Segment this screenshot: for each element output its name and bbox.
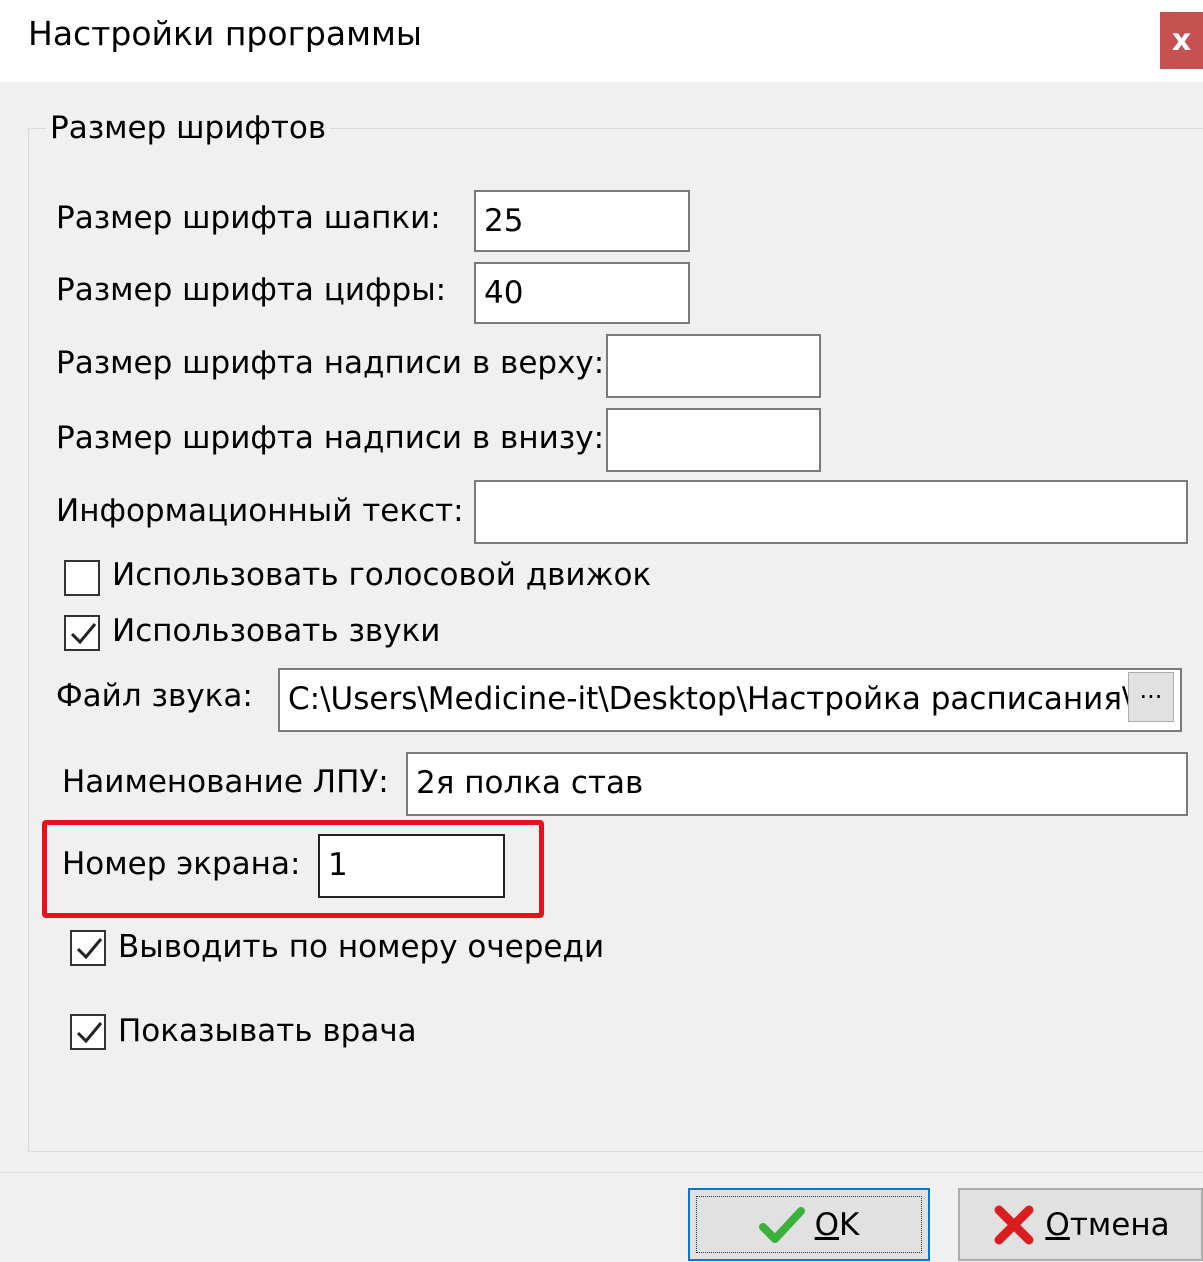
digit-font-label: Размер шрифта цифры: bbox=[56, 272, 447, 308]
close-icon: x bbox=[1171, 23, 1192, 58]
show-doctor-checkbox[interactable] bbox=[70, 1014, 106, 1050]
checkmark-icon bbox=[76, 938, 103, 960]
lpu-name-label: Наименование ЛПУ: bbox=[62, 764, 389, 800]
top-caption-font-label: Размер шрифта надписи в верху: bbox=[56, 345, 605, 381]
group-legend: Размер шрифтов bbox=[46, 110, 331, 146]
header-font-input[interactable]: 25 bbox=[474, 190, 690, 252]
ellipsis-icon: ··· bbox=[1139, 683, 1163, 711]
sound-file-label: Файл звука: bbox=[56, 678, 253, 714]
cancel-button[interactable]: Отмена bbox=[958, 1188, 1203, 1261]
checkmark-icon bbox=[758, 1206, 805, 1243]
red-x-icon bbox=[994, 1205, 1034, 1244]
digit-font-value: 40 bbox=[484, 275, 524, 311]
browse-button[interactable]: ··· bbox=[1128, 672, 1174, 722]
screen-number-value: 1 bbox=[328, 847, 348, 883]
checkmark-icon bbox=[76, 1022, 103, 1044]
lpu-name-input[interactable]: 2я полка став bbox=[406, 752, 1188, 816]
lpu-name-value: 2я полка став bbox=[416, 765, 644, 801]
bottom-caption-font-input[interactable] bbox=[606, 408, 821, 472]
title-bar: Настройки программы x bbox=[0, 0, 1203, 82]
show-doctor-label: Показывать врача bbox=[118, 1013, 417, 1049]
digit-font-input[interactable]: 40 bbox=[474, 262, 690, 324]
ok-button[interactable]: OK bbox=[688, 1188, 930, 1261]
window-title: Настройки программы bbox=[28, 14, 422, 53]
info-text-label: Информационный текст: bbox=[56, 493, 464, 529]
header-font-label: Размер шрифта шапки: bbox=[56, 200, 441, 236]
top-caption-font-input[interactable] bbox=[606, 334, 821, 398]
queue-number-label: Выводить по номеру очереди bbox=[118, 929, 605, 965]
ok-label: OK bbox=[814, 1206, 860, 1243]
screen-number-input[interactable]: 1 bbox=[318, 834, 505, 898]
sound-file-input[interactable]: C:\Users\Medicine-it\Desktop\Настройка р… bbox=[278, 668, 1182, 732]
use-sounds-label: Использовать звуки bbox=[112, 613, 441, 649]
close-button[interactable]: x bbox=[1160, 12, 1203, 69]
checkmark-icon bbox=[70, 623, 97, 645]
voice-engine-label: Использовать голосовой движок bbox=[112, 557, 652, 593]
screen-number-label: Номер экрана: bbox=[62, 846, 301, 882]
cancel-label: Отмена bbox=[1045, 1206, 1170, 1243]
header-font-value: 25 bbox=[484, 203, 524, 239]
voice-engine-checkbox[interactable] bbox=[64, 560, 100, 596]
queue-number-checkbox[interactable] bbox=[70, 930, 106, 966]
bottom-caption-font-label: Размер шрифта надписи в внизу: bbox=[56, 420, 605, 456]
use-sounds-checkbox[interactable] bbox=[64, 615, 100, 651]
sound-file-value: C:\Users\Medicine-it\Desktop\Настройка р… bbox=[288, 681, 1153, 717]
info-text-input[interactable] bbox=[474, 480, 1188, 544]
